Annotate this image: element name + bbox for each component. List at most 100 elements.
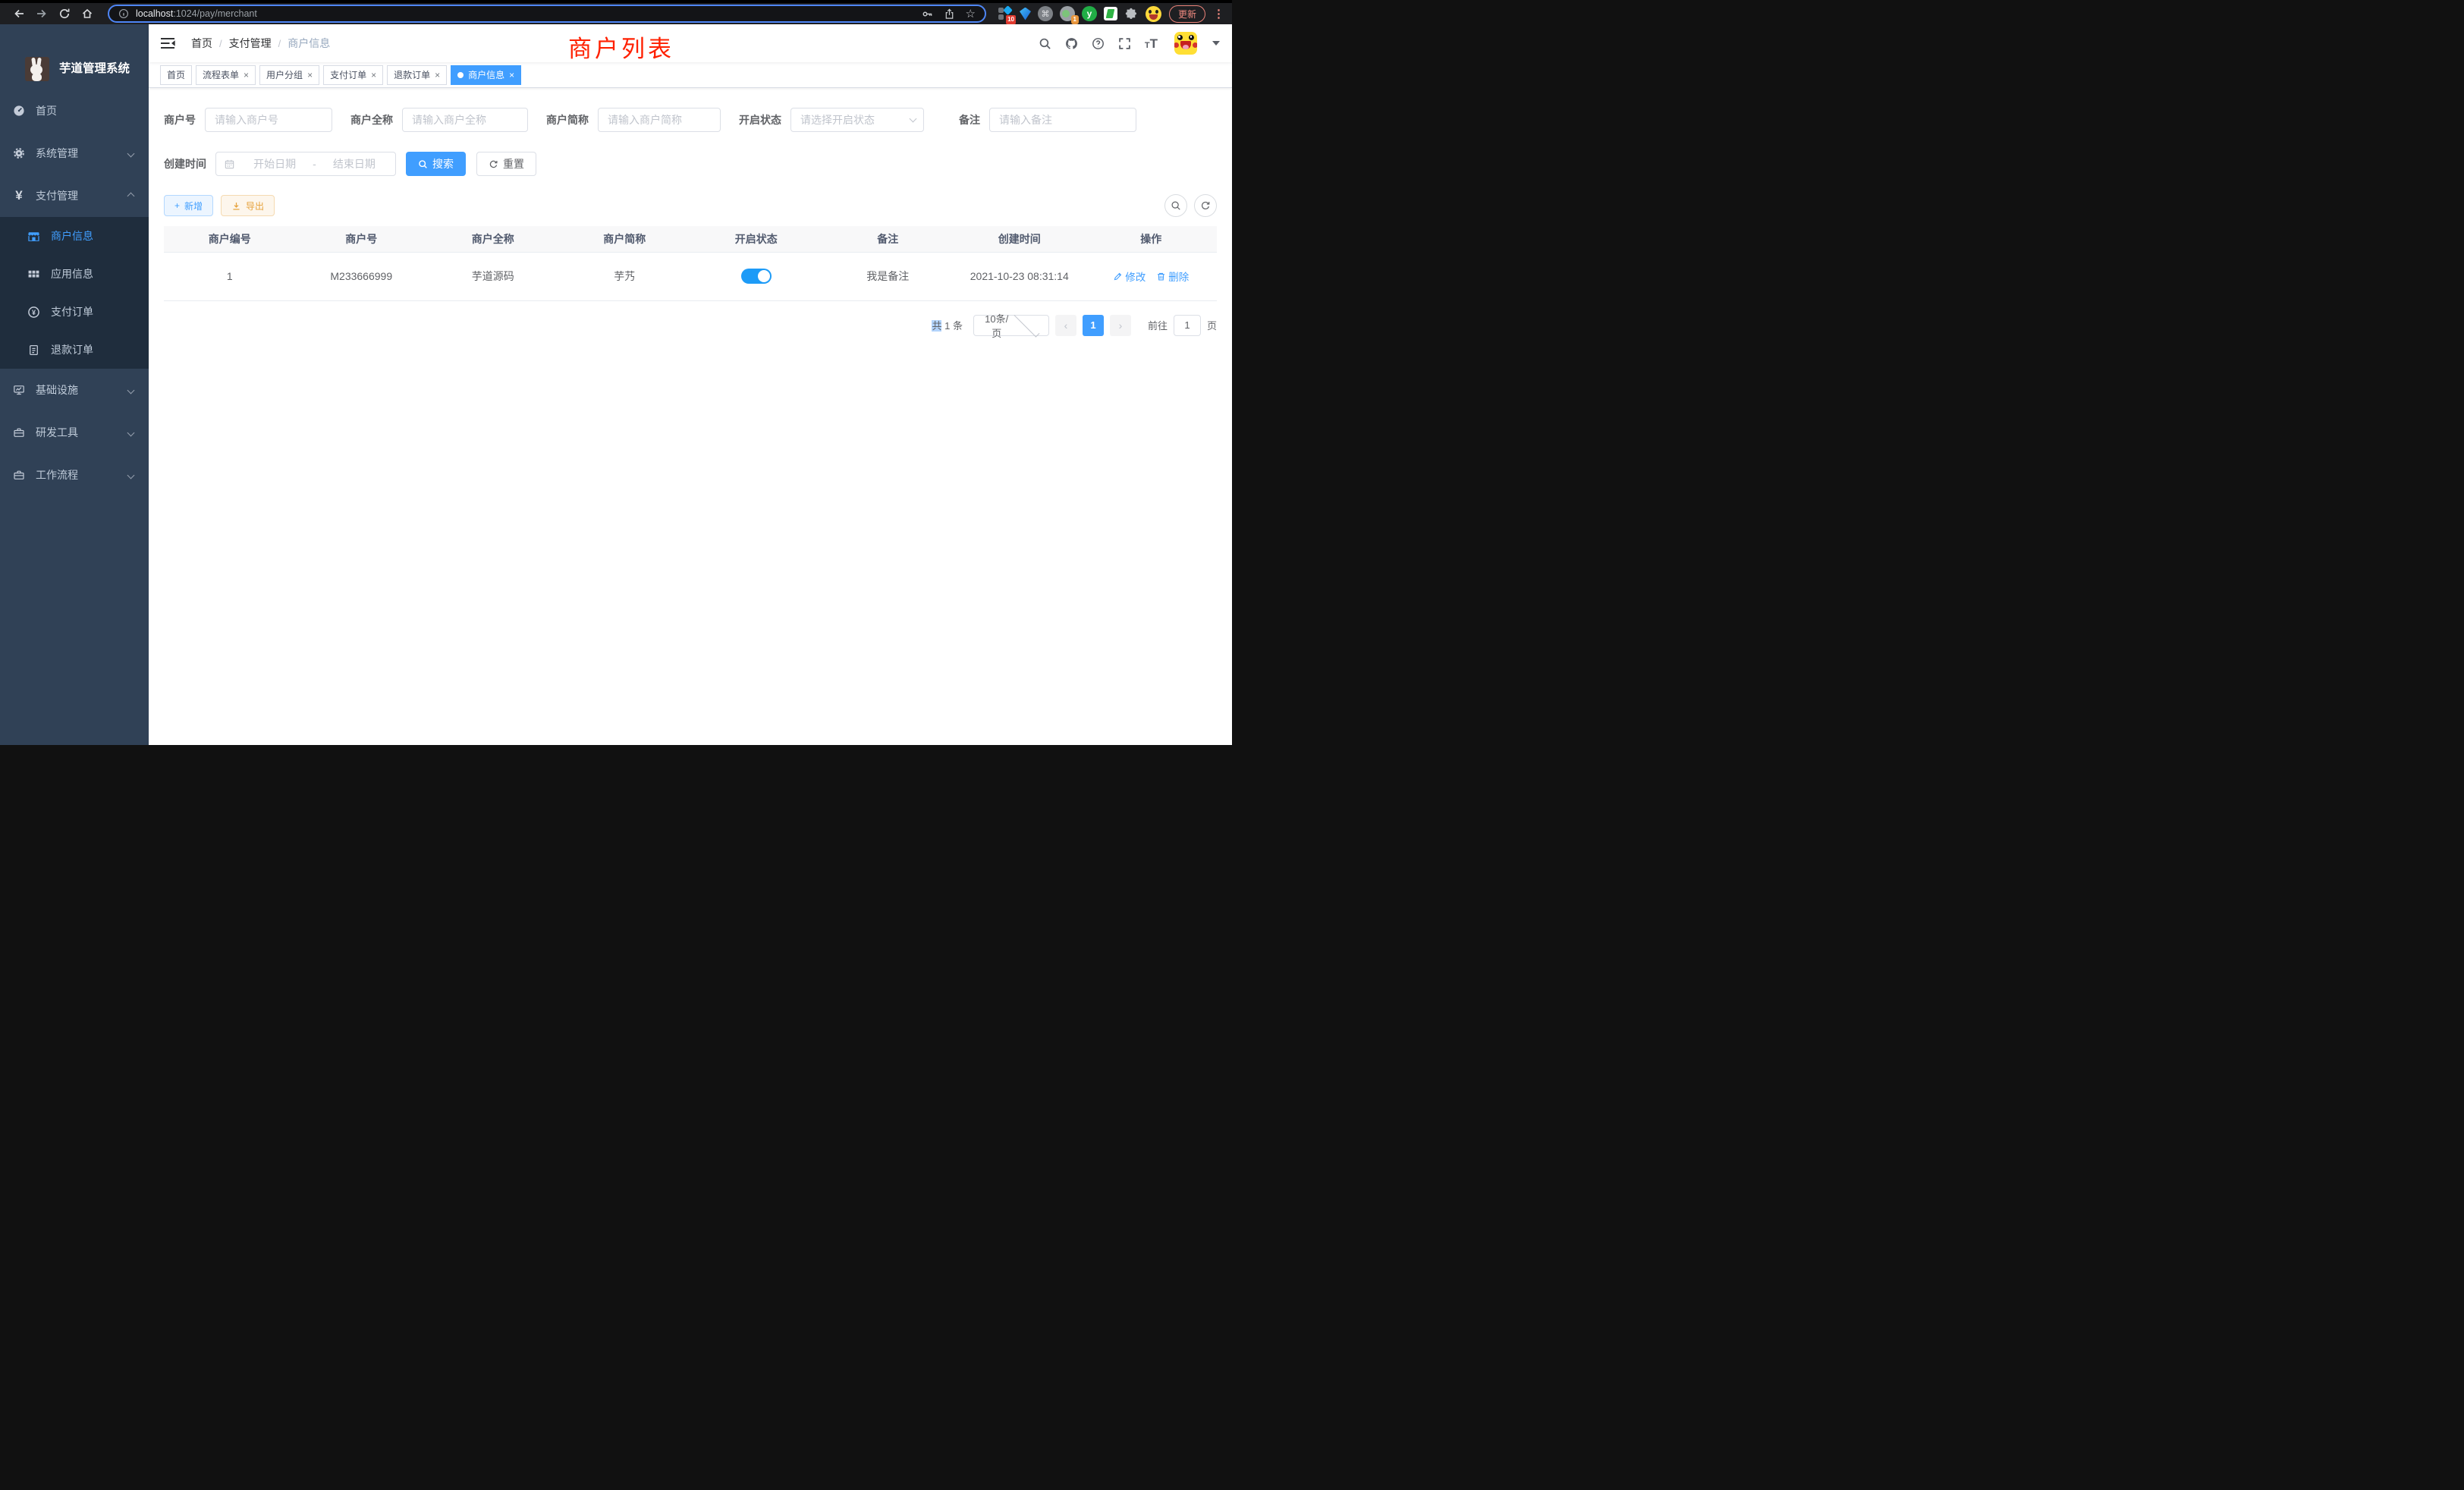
page-number-1[interactable]: 1 — [1083, 315, 1104, 336]
cell-remark: 我是备注 — [822, 252, 954, 300]
extension-y-icon[interactable]: y — [1082, 6, 1097, 21]
sidebar-item-label: 首页 — [36, 103, 57, 118]
sidebar-item-refund-order[interactable]: 退款订单 — [0, 331, 149, 369]
extension-note-icon[interactable] — [1104, 7, 1117, 20]
next-page-button[interactable]: › — [1110, 315, 1131, 336]
edit-link[interactable]: 修改 — [1113, 269, 1146, 284]
tab-flow-form[interactable]: 流程表单 × — [196, 65, 256, 85]
sidebar-item-label: 支付管理 — [36, 188, 78, 203]
chevron-up-icon — [127, 192, 135, 200]
toolbox-icon — [13, 426, 25, 439]
extensions-puzzle-icon[interactable] — [1124, 7, 1139, 21]
prev-page-button[interactable]: ‹ — [1055, 315, 1076, 336]
page-size-select[interactable]: 10条/页 — [973, 315, 1049, 336]
close-tab-icon[interactable]: × — [371, 71, 376, 80]
refresh-button[interactable] — [1194, 194, 1217, 217]
reload-icon[interactable] — [55, 5, 74, 23]
table-header-row: 商户编号 商户号 商户全称 商户简称 开启状态 备注 创建时间 操作 — [164, 226, 1217, 252]
tab-home[interactable]: 首页 — [160, 65, 192, 85]
export-button[interactable]: 导出 — [221, 195, 275, 216]
sidebar-item-infra[interactable]: 基础设施 — [0, 369, 149, 411]
close-tab-icon[interactable]: × — [435, 71, 440, 80]
browser-update-button[interactable]: 更新 — [1169, 5, 1205, 23]
status-toggle[interactable] — [741, 269, 772, 284]
sidebar-item-merchant-info[interactable]: 商户信息 — [0, 217, 149, 255]
sidebar-item-home[interactable]: 首页 — [0, 90, 149, 132]
font-size-icon[interactable]: TT — [1145, 37, 1158, 50]
create-time-range-picker[interactable]: 开始日期 - 结束日期 — [215, 152, 396, 176]
col-status: 开启状态 — [690, 226, 822, 252]
forward-icon[interactable] — [32, 5, 52, 23]
sidebar-item-label: 工作流程 — [36, 467, 78, 483]
help-icon[interactable] — [1092, 37, 1105, 50]
password-key-icon[interactable] — [922, 8, 933, 20]
close-tab-icon[interactable]: × — [307, 71, 313, 80]
trash-icon — [1156, 272, 1166, 281]
cell-actions: 修改 删除 — [1086, 252, 1218, 300]
address-bar[interactable]: localhost :1024/pay/merchant ☆ — [108, 5, 986, 23]
user-avatar[interactable] — [1174, 32, 1197, 55]
goto-page-input[interactable] — [1174, 315, 1201, 336]
sidebar-item-label: 支付订单 — [51, 304, 93, 319]
sidebar-item-dev-tools[interactable]: 研发工具 — [0, 411, 149, 454]
fullscreen-icon[interactable] — [1118, 37, 1131, 50]
caret-down-icon[interactable] — [1212, 41, 1220, 46]
filter-row-1: 商户号 商户全称 商户简称 开启状态 请选择开启状态 — [164, 108, 1217, 132]
full-name-label: 商户全称 — [350, 112, 402, 127]
active-tab-dot — [457, 72, 464, 78]
tab-refund-order[interactable]: 退款订单 × — [387, 65, 447, 85]
extension-badge: 10 — [1006, 15, 1016, 24]
navbar: 首页 / 支付管理 / 商户信息 — [149, 24, 1232, 62]
reset-button[interactable]: 重置 — [476, 152, 536, 176]
close-tab-icon[interactable]: × — [509, 71, 514, 80]
extension-ring-icon[interactable]: 1 — [1060, 6, 1075, 21]
pagination-total: 共 1 条 — [932, 318, 963, 332]
extension-gem-icon[interactable] — [1020, 8, 1031, 20]
breadcrumb: 首页 / 支付管理 / 商户信息 — [191, 36, 330, 51]
status-select[interactable]: 请选择开启状态 — [790, 108, 924, 132]
page-unit-label: 页 — [1207, 318, 1217, 332]
toggle-search-button[interactable] — [1164, 194, 1187, 217]
breadcrumb-pay[interactable]: 支付管理 — [229, 36, 272, 51]
bookmark-star-icon[interactable]: ☆ — [966, 8, 976, 20]
delete-link[interactable]: 删除 — [1156, 269, 1189, 284]
cell-merchant-no: M233666999 — [296, 252, 428, 300]
add-button[interactable]: + 新增 — [164, 195, 213, 216]
sidebar-item-app-info[interactable]: 应用信息 — [0, 255, 149, 293]
tab-pay-order[interactable]: 支付订单 × — [323, 65, 383, 85]
col-short-name: 商户简称 — [559, 226, 691, 252]
search-button[interactable]: 搜索 — [406, 152, 466, 176]
extension-grid-icon[interactable]: 10 — [998, 7, 1013, 21]
remark-input[interactable] — [989, 108, 1136, 132]
sidebar-item-pay-order[interactable]: ¥ 支付订单 — [0, 293, 149, 331]
github-icon[interactable] — [1065, 37, 1078, 50]
home-icon[interactable] — [77, 5, 97, 23]
sidebar-item-workflow[interactable]: 工作流程 — [0, 454, 149, 496]
back-icon[interactable] — [9, 5, 29, 23]
browser-menu-icon[interactable]: ⋮ — [1213, 7, 1224, 20]
full-name-input[interactable] — [402, 108, 528, 132]
pencil-icon — [1113, 272, 1123, 281]
browser-toolbar: localhost :1024/pay/merchant ☆ 10 ⌘ — [0, 0, 1232, 24]
document-icon — [27, 344, 40, 357]
annotation-title: 商户列表 — [568, 30, 674, 64]
sidebar-fold-icon[interactable] — [161, 36, 178, 50]
breadcrumb-current: 商户信息 — [288, 36, 330, 51]
sidebar-item-system[interactable]: 系统管理 — [0, 132, 149, 174]
date-start-placeholder: 开始日期 — [241, 156, 308, 171]
extension-command-icon[interactable]: ⌘ — [1038, 6, 1053, 21]
share-icon[interactable] — [944, 8, 955, 20]
short-name-input[interactable] — [598, 108, 721, 132]
status-label: 开启状态 — [739, 112, 790, 127]
merchant-no-input[interactable] — [205, 108, 332, 132]
close-tab-icon[interactable]: × — [244, 71, 249, 80]
search-icon[interactable] — [1039, 37, 1051, 50]
breadcrumb-home[interactable]: 首页 — [191, 36, 212, 51]
profile-avatar-icon[interactable] — [1146, 6, 1161, 22]
sidebar-item-pay[interactable]: ¥ 支付管理 — [0, 174, 149, 217]
yen-circle-icon: ¥ — [27, 306, 40, 319]
tab-merchant-info[interactable]: 商户信息 × — [451, 65, 521, 85]
goto-label: 前往 — [1148, 318, 1168, 332]
site-info-icon[interactable] — [118, 8, 129, 19]
tab-user-group[interactable]: 用户分组 × — [259, 65, 319, 85]
